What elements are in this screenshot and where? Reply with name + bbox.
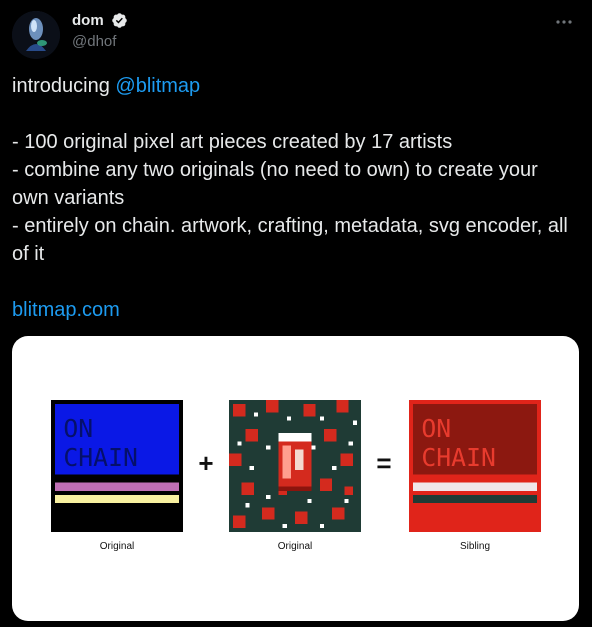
sibling-panel: ON CHAIN [409,400,541,532]
display-name[interactable]: dom [72,12,104,29]
tweet: dom @dhof introducing @blitmap - 100 ori… [0,0,592,627]
caption-sibling: Sibling [459,541,491,552]
avatar-image [12,11,60,59]
equals-operator: = [376,448,392,478]
original-panel-2 [229,400,361,532]
caption-original-1: Original [99,541,135,552]
bullet-line-2: - combine any two originals (no need to … [12,159,538,209]
verified-badge-icon [112,13,127,29]
panel3-text-chain: CHAIN [421,443,496,472]
author-names[interactable]: dom @dhof [72,12,128,50]
intro-prefix: introducing [12,75,116,97]
website-link[interactable]: blitmap.com [12,299,120,321]
panel1-text-chain: CHAIN [63,443,138,472]
intro-line: introducing @blitmap [12,72,580,100]
plus-operator: + [198,448,214,478]
panel3-text-on: ON [421,414,451,443]
tweet-text: introducing @blitmap - 100 original pixe… [12,72,580,324]
caption-original-2: Original [277,541,313,552]
bullet-line-1: - 100 original pixel art pieces created … [12,131,453,153]
panel1-text-on: ON [63,414,93,443]
media-image[interactable]: ON CHAIN + = ON CHAIN Original Original … [12,336,579,621]
original-panel-1: ON CHAIN [51,400,183,532]
more-horizontal-icon[interactable] [552,10,576,34]
avatar[interactable] [12,11,60,59]
tweet-header: dom @dhof [12,6,580,60]
handle[interactable]: @dhof [72,33,128,50]
bullet-line-3: - entirely on chain. artwork, crafting, … [12,215,568,265]
mention-link[interactable]: @blitmap [115,75,200,97]
